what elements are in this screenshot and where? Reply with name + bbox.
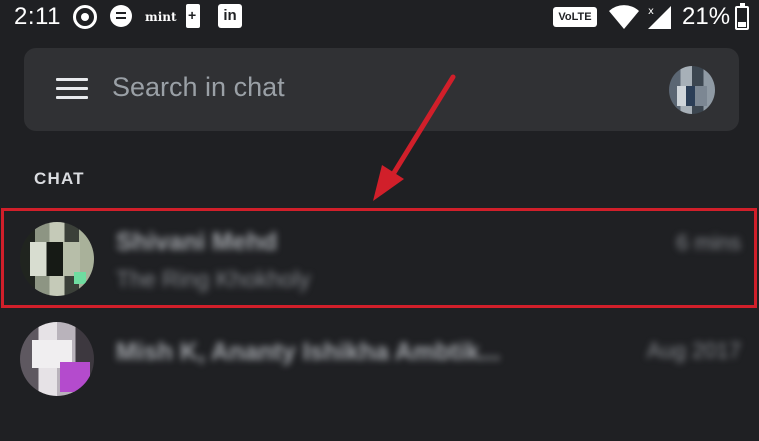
message-icon: [110, 5, 132, 27]
account-avatar[interactable]: [669, 66, 715, 114]
chat-time: Aug 2017: [646, 338, 741, 363]
chat-name: Mish K, Ananty Ishikha Ambtik...: [116, 338, 501, 366]
chat-list-item[interactable]: Shivani Mehd The Ring Khokholy 6 mins: [0, 208, 759, 306]
battery-percent: 21%: [682, 3, 731, 30]
volte-badge: VoLTE: [553, 7, 597, 27]
search-bar[interactable]: Search in chat: [24, 48, 739, 131]
menu-icon[interactable]: [56, 78, 88, 100]
signal-icon: x: [648, 6, 671, 29]
status-time: 2:11: [14, 3, 61, 30]
search-input[interactable]: Search in chat: [112, 72, 285, 103]
avatar: [20, 322, 94, 396]
chat-preview: The Ring Khokholy: [116, 266, 311, 292]
chat-list-item[interactable]: Mish K, Ananty Ishikha Ambtik... Aug 201…: [0, 308, 759, 406]
chat-name: Shivani Mehd: [116, 228, 278, 256]
section-title: CHAT: [34, 169, 85, 188]
battery-icon: [735, 3, 749, 30]
svg-text:x: x: [648, 6, 654, 17]
chat-time: 6 mins: [676, 230, 741, 255]
whatsapp-icon: [73, 5, 97, 29]
wifi-icon: [609, 5, 639, 29]
linkedin-icon: in: [218, 4, 242, 28]
status-bar: 2:11 mint in VoLTE x 21%: [0, 0, 759, 34]
battery-saver-icon: [186, 4, 200, 28]
mint-icon: mint: [145, 10, 177, 24]
avatar: [20, 222, 94, 296]
